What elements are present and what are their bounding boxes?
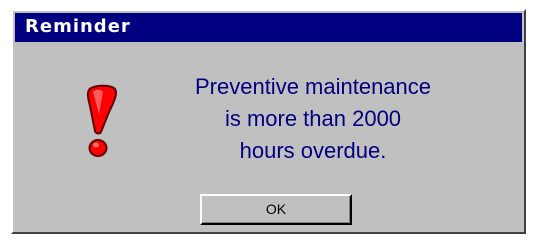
message-line: is more than 2000	[224, 106, 402, 131]
ok-button[interactable]: OK	[200, 194, 352, 225]
reminder-dialog: Reminder Preventive maintenance is more …	[11, 9, 526, 234]
message-text: Preventive maintenance is more than 2000…	[158, 71, 468, 167]
exclamation-icon	[86, 84, 118, 157]
message-line: hours overdue.	[239, 138, 387, 163]
message-line: Preventive maintenance	[194, 74, 432, 99]
dialog-title: Reminder	[25, 16, 131, 37]
title-bar[interactable]: Reminder	[15, 13, 522, 42]
